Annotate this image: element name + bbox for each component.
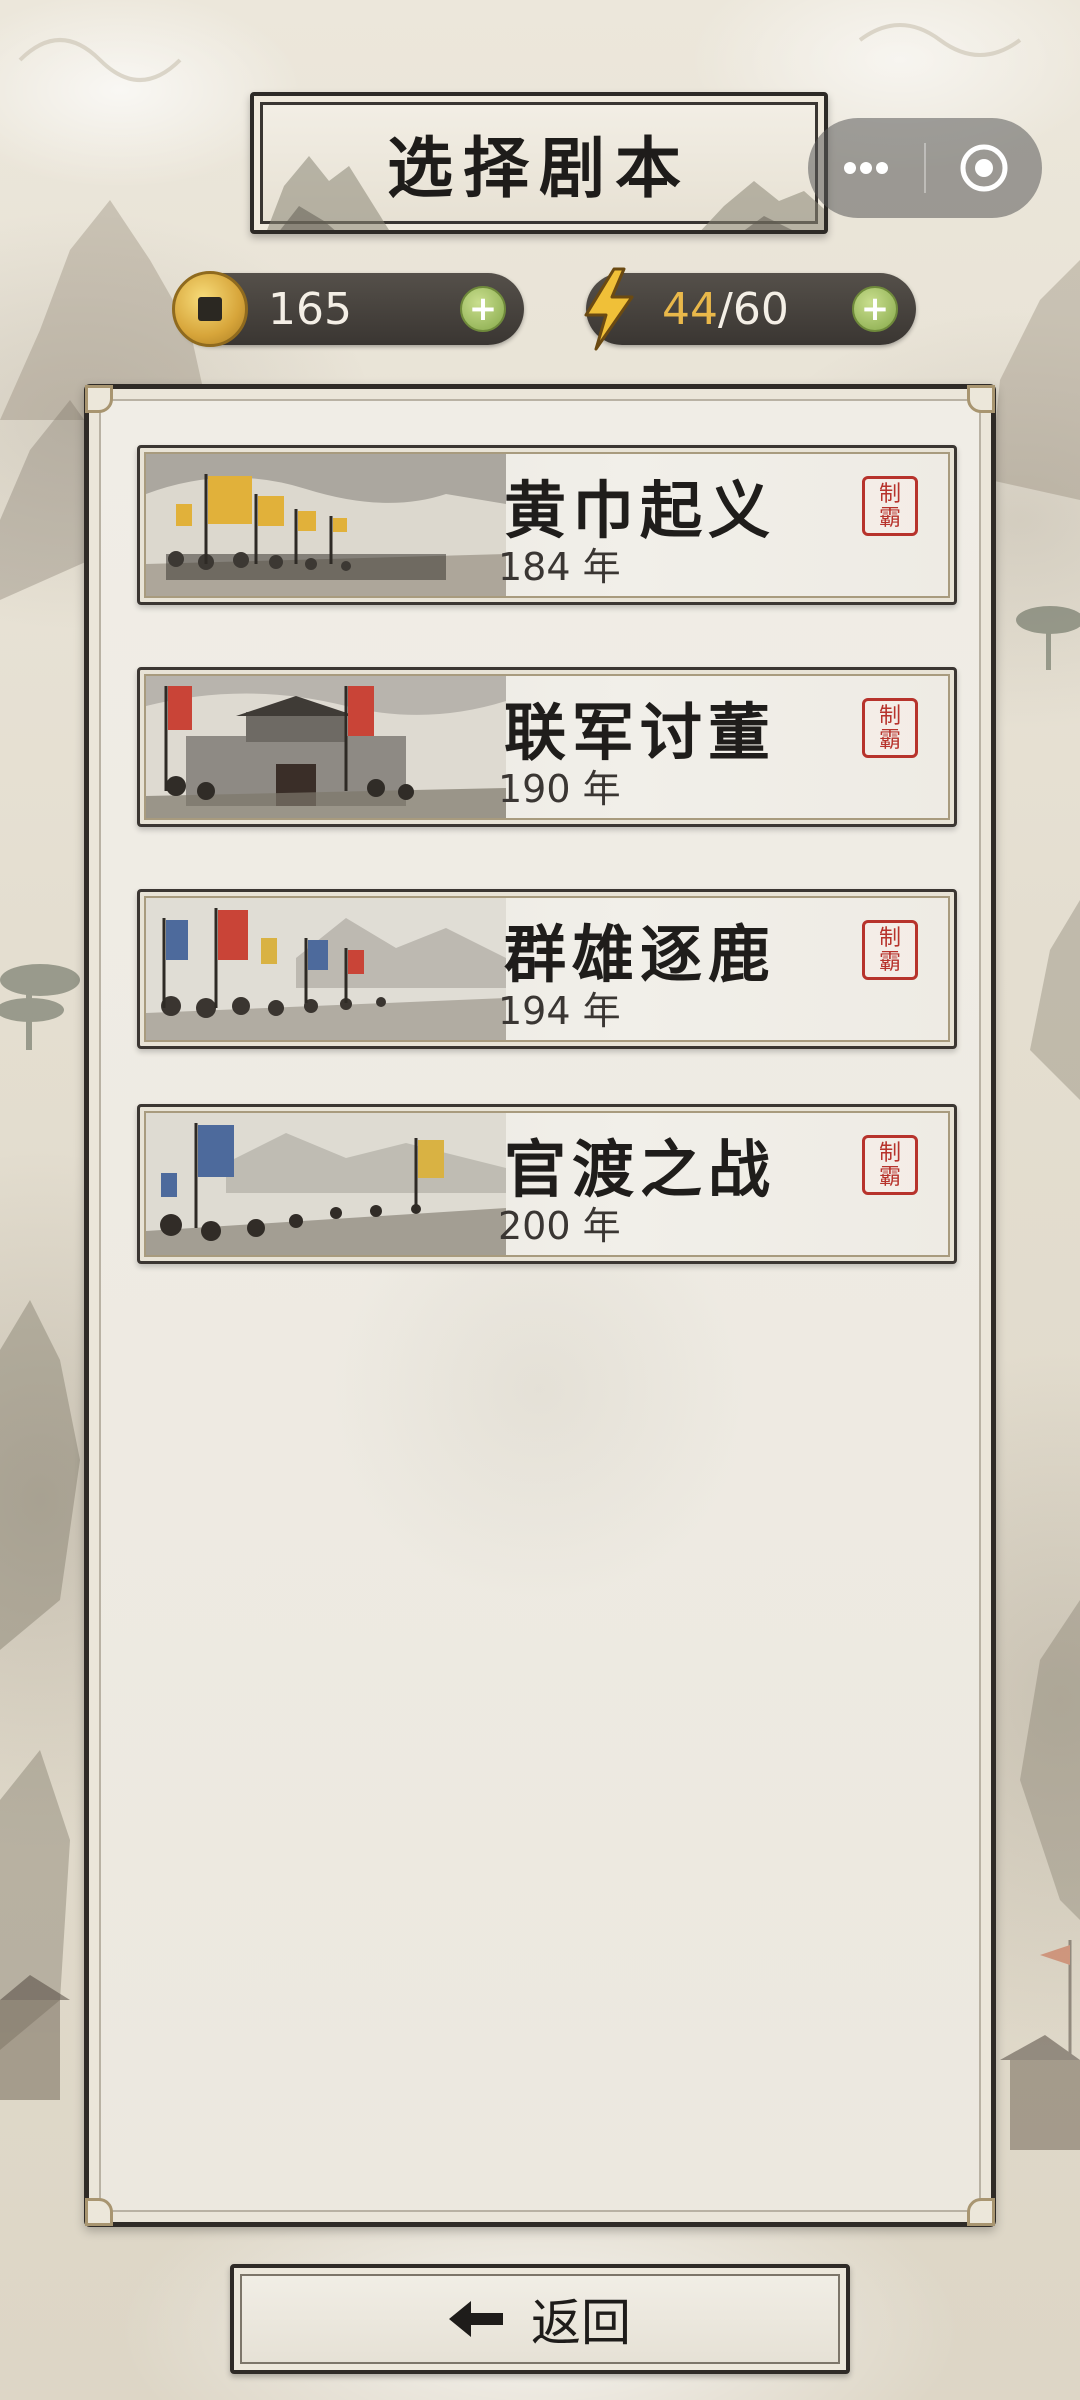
energy-separator: / [718, 283, 733, 335]
plus-icon: + [860, 289, 890, 329]
more-button[interactable] [808, 118, 924, 218]
panel-corner [967, 2198, 995, 2226]
page-title: 选择剧本 [387, 129, 691, 207]
scenario-card[interactable]: 黄巾起义 184 年 制霸 [137, 445, 957, 605]
plus-icon: + [468, 289, 498, 329]
scenario-illustration-coalition [146, 676, 506, 818]
back-label: 返回 [531, 2294, 631, 2352]
scenario-illustration-yellow-turban [146, 454, 506, 596]
conquered-seal: 制霸 [862, 476, 918, 536]
scenario-year: 184 年 [498, 545, 621, 589]
energy-value: 44/60 [662, 284, 789, 335]
scenario-year: 190 年 [498, 767, 621, 811]
add-coins-button[interactable]: + [460, 286, 506, 332]
target-icon [960, 144, 1008, 192]
add-energy-button[interactable]: + [852, 286, 898, 332]
energy-max: 60 [732, 283, 789, 335]
scenario-card[interactable]: 联军讨董 190 年 制霸 [137, 667, 957, 827]
arrow-left-icon [449, 2301, 503, 2337]
scenario-year: 194 年 [498, 989, 621, 1033]
scenario-illustration-warlords [146, 898, 506, 1040]
more-icon [844, 162, 888, 174]
lightning-icon [584, 267, 634, 351]
coin-counter: 165 + [172, 271, 524, 347]
energy-current: 44 [662, 283, 718, 335]
scenario-card[interactable]: 官渡之战 200 年 制霸 [137, 1104, 957, 1264]
energy-counter: 44/60 + [584, 267, 916, 351]
panel-corner [85, 2198, 113, 2226]
close-button[interactable] [926, 118, 1042, 218]
scenario-illustration-guandu [146, 1113, 506, 1255]
conquered-seal: 制霸 [862, 920, 918, 980]
conquered-seal: 制霸 [862, 1135, 918, 1195]
conquered-seal: 制霸 [862, 698, 918, 758]
title-plaque: 选择剧本 [250, 92, 828, 234]
miniprogram-capsule [808, 118, 1042, 218]
back-button[interactable]: 返回 [230, 2264, 850, 2374]
scenario-card[interactable]: 群雄逐鹿 194 年 制霸 [137, 889, 957, 1049]
panel-corner [967, 385, 995, 413]
coin-icon [172, 271, 248, 347]
coin-value: 165 [268, 283, 352, 335]
panel-corner [85, 385, 113, 413]
scenario-panel: 黄巾起义 184 年 制霸 联军讨董 190 年 制霸 群雄逐鹿 194 年 制… [84, 384, 996, 2227]
scenario-year: 200 年 [498, 1204, 621, 1248]
